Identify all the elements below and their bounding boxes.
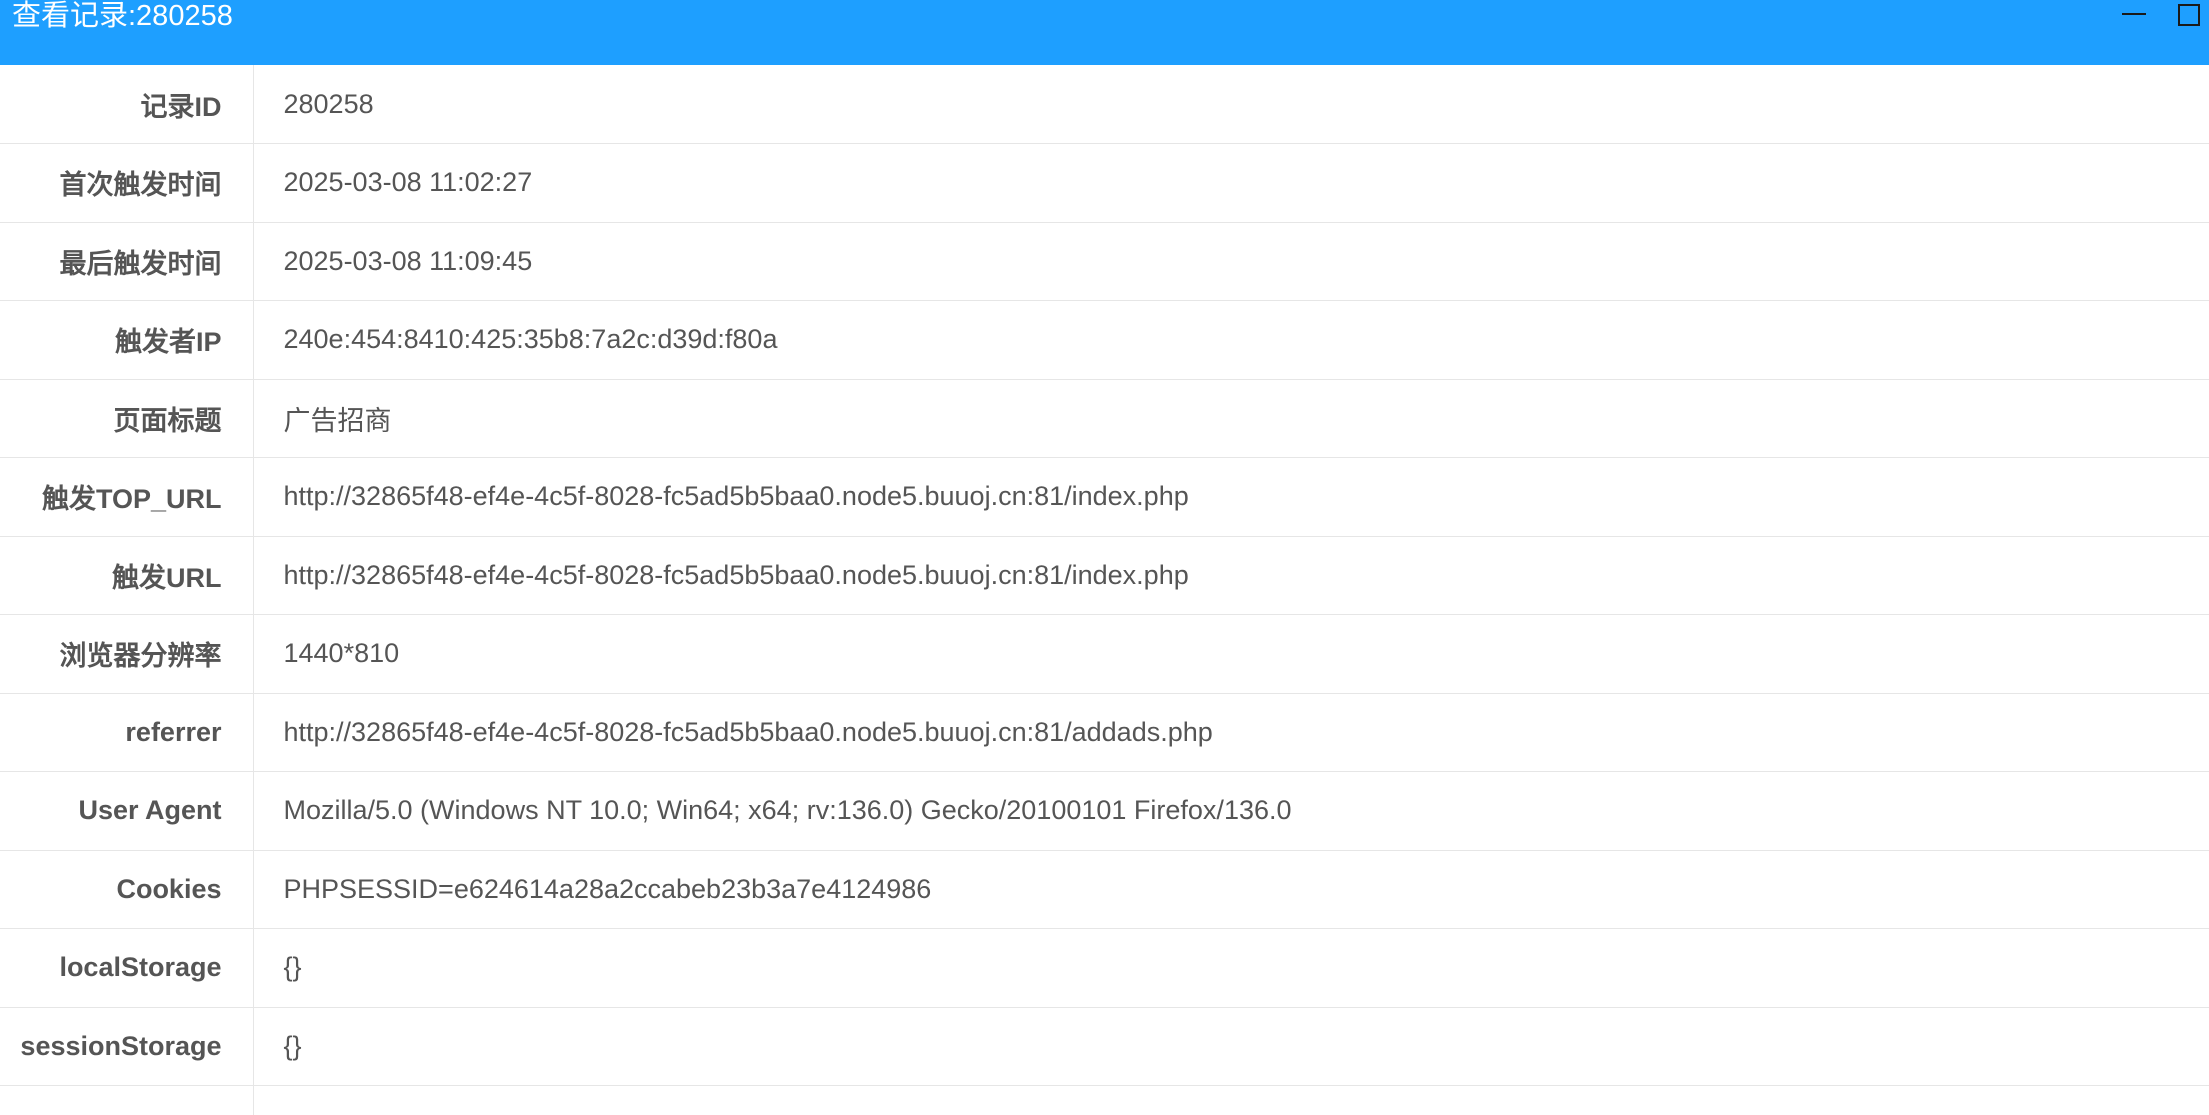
field-label-last-trigger-time: 最后触发时间: [0, 222, 254, 301]
field-value-user-agent: Mozilla/5.0 (Windows NT 10.0; Win64; x64…: [253, 771, 2209, 851]
field-label-cookies: Cookies: [0, 850, 254, 929]
record-detail-table: 记录ID 280258 首次触发时间 2025-03-08 11:02:27 最…: [0, 65, 2209, 1115]
minimize-icon: [2122, 13, 2146, 15]
field-label-referrer: referrer: [0, 693, 254, 772]
field-label-record-id: 记录ID: [0, 65, 254, 144]
dialog-title: 查看记录:280258: [12, 0, 233, 32]
field-label-first-trigger-time: 首次触发时间: [0, 143, 254, 223]
table-row: 页面标题 广告招商: [0, 379, 2209, 458]
field-value-top-url: http://32865f48-ef4e-4c5f-8028-fc5ad5b5b…: [253, 457, 2209, 537]
field-label-trigger-url: 触发URL: [0, 536, 254, 615]
dialog-titlebar[interactable]: 查看记录:280258: [0, 0, 2209, 65]
field-value-cookies: PHPSESSID=e624614a28a2ccabeb23b3a7e41249…: [253, 850, 2209, 929]
table-row: 首次触发时间 2025-03-08 11:02:27: [0, 143, 2209, 223]
dialog-content[interactable]: 记录ID 280258 首次触发时间 2025-03-08 11:02:27 最…: [0, 65, 2209, 1115]
field-value-truncated: [253, 1086, 2209, 1115]
field-value-local-storage: {}: [253, 928, 2209, 1008]
table-row: User Agent Mozilla/5.0 (Windows NT 10.0;…: [0, 771, 2209, 851]
field-label-session-storage: sessionStorage: [0, 1007, 254, 1086]
field-value-referrer: http://32865f48-ef4e-4c5f-8028-fc5ad5b5b…: [253, 693, 2209, 772]
field-value-trigger-ip: 240e:454:8410:425:35b8:7a2c:d39d:f80a: [253, 300, 2209, 380]
minimize-button[interactable]: [2122, 4, 2148, 30]
table-row: [0, 1085, 2209, 1115]
field-value-last-trigger-time: 2025-03-08 11:09:45: [253, 222, 2209, 301]
maximize-button[interactable]: [2178, 4, 2204, 30]
field-value-resolution: 1440*810: [253, 614, 2209, 694]
field-value-page-title: 广告招商: [253, 379, 2209, 458]
field-value-first-trigger-time: 2025-03-08 11:02:27: [253, 143, 2209, 223]
field-value-session-storage: {}: [253, 1007, 2209, 1086]
table-row: 触发TOP_URL http://32865f48-ef4e-4c5f-8028…: [0, 457, 2209, 537]
field-label-page-title: 页面标题: [0, 379, 254, 458]
table-row: Cookies PHPSESSID=e624614a28a2ccabeb23b3…: [0, 850, 2209, 929]
field-label-resolution: 浏览器分辨率: [0, 614, 254, 694]
table-row: 记录ID 280258: [0, 65, 2209, 144]
table-row: referrer http://32865f48-ef4e-4c5f-8028-…: [0, 693, 2209, 772]
maximize-icon: [2178, 4, 2200, 26]
table-row: sessionStorage {}: [0, 1007, 2209, 1086]
field-value-record-id: 280258: [253, 65, 2209, 144]
table-row: 最后触发时间 2025-03-08 11:09:45: [0, 222, 2209, 301]
field-label-top-url: 触发TOP_URL: [0, 457, 254, 537]
field-label-local-storage: localStorage: [0, 928, 254, 1008]
table-row: 触发URL http://32865f48-ef4e-4c5f-8028-fc5…: [0, 536, 2209, 615]
table-row: 触发者IP 240e:454:8410:425:35b8:7a2c:d39d:f…: [0, 300, 2209, 380]
field-label-truncated: [0, 1085, 254, 1115]
table-row: 浏览器分辨率 1440*810: [0, 614, 2209, 694]
field-label-trigger-ip: 触发者IP: [0, 300, 254, 380]
field-label-user-agent: User Agent: [0, 771, 254, 851]
record-dialog: 查看记录:280258 记录ID 280258 首次触发时间 2025-03-0…: [0, 0, 2209, 1115]
table-row: localStorage {}: [0, 928, 2209, 1008]
field-value-trigger-url: http://32865f48-ef4e-4c5f-8028-fc5ad5b5b…: [253, 536, 2209, 615]
